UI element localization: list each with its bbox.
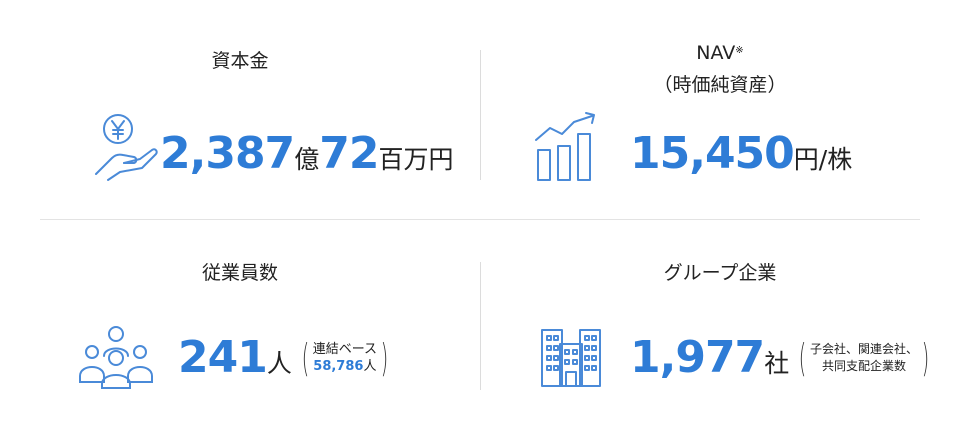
capital-value: 2,387 億 72 百万円 — [160, 128, 453, 179]
yen-coin-hand-icon — [95, 114, 158, 181]
nav-value: 15,450 円/株 — [630, 128, 852, 179]
note-open-paren: ( — [301, 335, 309, 380]
capital-section: 資本金 2,387 億 72 百万円 — [20, 0, 460, 215]
group-note: ( 子会社、関連会社、 共同支配企業数 ) — [795, 339, 933, 377]
capital-unit-major: 億 — [294, 145, 320, 174]
horizontal-divider — [40, 219, 920, 220]
people-group-icon — [79, 326, 153, 389]
group-section: グループ企業 1,977 社 ( 子会社、関連会社、 共同支配企業数 ) — [500, 222, 940, 441]
note-close-paren: ) — [380, 335, 389, 380]
group-note-text: 子会社、関連会社、 共同支配企業数 — [810, 341, 918, 375]
capital-value-minor: 72 — [319, 128, 379, 179]
employees-section: 従業員数 241 人 ( 連結ベース 58,786人 ) — [20, 222, 460, 441]
nav-title-text: NAV — [696, 42, 736, 64]
employees-value-number: 241 — [178, 332, 268, 383]
note-open-paren: ( — [798, 335, 807, 380]
employees-note-value: 58,786 — [313, 358, 364, 374]
nav-value-number: 15,450 — [630, 128, 795, 179]
capital-value-major: 2,387 — [160, 128, 295, 179]
group-value: 1,977 社 ( 子会社、関連会社、 共同支配企業数 ) — [630, 332, 933, 383]
group-note-line1: 子会社、関連会社、 — [810, 341, 919, 356]
employees-note-line1: 連結ベース — [312, 341, 378, 357]
group-note-line2: 共同支配企業数 — [822, 358, 907, 373]
employees-note-text: 連結ベース 58,786人 — [313, 341, 377, 375]
nav-subtitle: （時価純資産） — [653, 74, 787, 96]
note-close-paren: ) — [921, 335, 930, 380]
office-building-icon — [541, 329, 601, 387]
capital-title: 資本金 — [211, 50, 269, 72]
group-title: グループ企業 — [663, 262, 777, 284]
vertical-divider-bottom — [480, 262, 481, 390]
nav-section: NAV※ （時価純資産） 15,450 円/株 — [500, 0, 940, 215]
vertical-divider-top — [480, 50, 481, 180]
growth-bar-chart-icon — [535, 112, 595, 181]
nav-title-mark: ※ — [735, 45, 744, 56]
nav-unit: 円/株 — [793, 145, 853, 174]
capital-unit-minor: 百万円 — [378, 145, 454, 174]
employees-note-unit: 人 — [363, 358, 377, 374]
employees-unit: 人 — [266, 349, 292, 378]
nav-title: NAV※ — [500, 40, 940, 66]
employees-note: ( 連結ベース 58,786人 ) — [298, 339, 392, 377]
group-value-number: 1,977 — [630, 332, 765, 383]
group-unit: 社 — [764, 349, 790, 378]
employees-title: 従業員数 — [201, 262, 278, 284]
employees-value: 241 人 ( 連結ベース 58,786人 ) — [178, 332, 392, 383]
